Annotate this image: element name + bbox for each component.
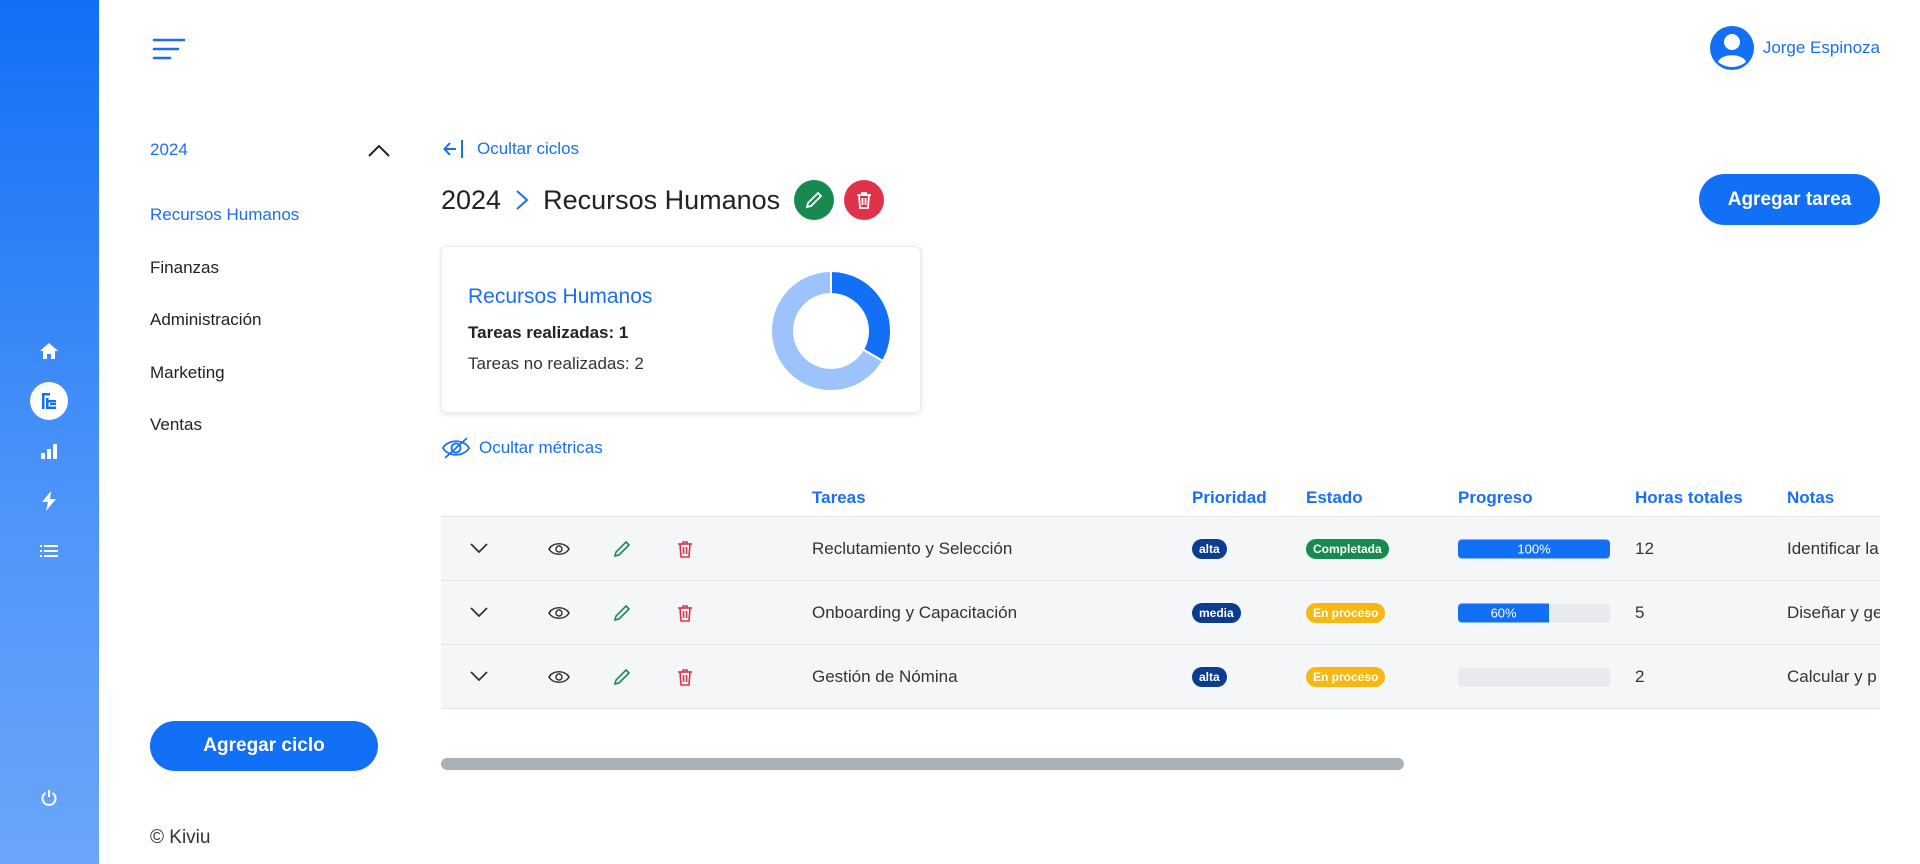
table-header: Tareas Prioridad Estado Progreso Horas t… bbox=[441, 480, 1880, 517]
progress-bar: 60% bbox=[1458, 603, 1610, 622]
cycle-year-label: 2024 bbox=[150, 140, 188, 159]
view-task-button[interactable] bbox=[546, 664, 572, 690]
task-name: Onboarding y Capacitación bbox=[812, 602, 1018, 622]
delete-area-button[interactable] bbox=[844, 180, 885, 220]
status-badge: En proceso bbox=[1306, 602, 1386, 623]
avatar-icon bbox=[1709, 26, 1754, 70]
user-menu[interactable]: Jorge Espinoza bbox=[1709, 25, 1880, 71]
view-task-button[interactable] bbox=[546, 600, 572, 626]
delete-task-button[interactable] bbox=[672, 536, 698, 562]
power-icon[interactable] bbox=[30, 779, 68, 817]
status-badge: Completada bbox=[1306, 538, 1389, 559]
area-list: Recursos Humanos Finanzas Administración… bbox=[150, 200, 299, 463]
pencil-icon bbox=[613, 668, 631, 685]
tasks-table: Tareas Prioridad Estado Progreso Horas t… bbox=[441, 480, 1880, 709]
sidebar-item-finanzas[interactable]: Finanzas bbox=[150, 253, 299, 306]
bolt-icon[interactable] bbox=[30, 482, 68, 520]
list-icon[interactable] bbox=[30, 532, 68, 570]
collapse-left-icon bbox=[443, 140, 463, 158]
task-hours: 12 bbox=[1635, 538, 1654, 558]
eye-icon bbox=[548, 606, 570, 619]
user-name: Jorge Espinoza bbox=[1762, 38, 1880, 57]
metrics-card-title: Recursos Humanos bbox=[468, 285, 653, 308]
table-row: Onboarding y Capacitación media En proce… bbox=[441, 581, 1880, 645]
tasks-not-done-label: Tareas no realizadas: 2 bbox=[468, 354, 644, 373]
menu-icon[interactable] bbox=[152, 37, 186, 63]
progress-fill: 60% bbox=[1458, 603, 1550, 622]
hide-cycles-label: Ocultar ciclos bbox=[477, 139, 580, 158]
pencil-icon bbox=[613, 540, 631, 557]
add-cycle-button[interactable]: Agregar ciclo bbox=[150, 721, 378, 771]
progress-bar: 100% bbox=[1458, 539, 1610, 558]
expand-row-button[interactable] bbox=[466, 664, 492, 690]
pencil-icon bbox=[805, 191, 823, 209]
header-tasks[interactable]: Tareas bbox=[812, 488, 866, 508]
header-notes[interactable]: Notas bbox=[1787, 488, 1834, 508]
horizontal-scrollbar[interactable] bbox=[441, 758, 1404, 770]
expand-row-button[interactable] bbox=[466, 600, 492, 626]
add-task-button[interactable]: Agregar tarea bbox=[1699, 174, 1880, 225]
chevron-down-icon bbox=[470, 607, 488, 618]
task-hours: 2 bbox=[1635, 666, 1645, 686]
breadcrumb: 2024 Recursos Humanos bbox=[441, 180, 885, 220]
footer-copyright: © Kiviu bbox=[150, 827, 211, 848]
table-row: Reclutamiento y Selección alta Completad… bbox=[441, 517, 1880, 581]
progress-bar bbox=[1458, 667, 1610, 686]
tasks-donut-chart bbox=[770, 269, 892, 392]
sidebar-item-recursos-humanos[interactable]: Recursos Humanos bbox=[150, 200, 299, 253]
header-progress[interactable]: Progreso bbox=[1458, 488, 1533, 508]
home-icon[interactable] bbox=[30, 332, 68, 370]
chevron-down-icon bbox=[470, 543, 488, 554]
donut-slice-done bbox=[830, 269, 892, 363]
edit-task-button[interactable] bbox=[609, 536, 635, 562]
priority-badge: media bbox=[1192, 602, 1241, 623]
chevron-down-icon bbox=[470, 671, 488, 682]
hide-metrics-label: Ocultar métricas bbox=[479, 438, 603, 457]
sidebar-item-ventas[interactable]: Ventas bbox=[150, 410, 299, 463]
task-hours: 5 bbox=[1635, 602, 1645, 622]
edit-area-button[interactable] bbox=[794, 180, 835, 220]
task-notes: Identificar la bbox=[1787, 538, 1879, 558]
edit-task-button[interactable] bbox=[609, 600, 635, 626]
eye-icon bbox=[548, 542, 570, 555]
expand-row-button[interactable] bbox=[466, 536, 492, 562]
chart-icon[interactable] bbox=[30, 432, 68, 470]
page-title: Recursos Humanos bbox=[543, 184, 781, 215]
priority-badge: alta bbox=[1192, 666, 1227, 687]
hide-metrics-link[interactable]: Ocultar métricas bbox=[441, 436, 603, 460]
table-row: Gestión de Nómina alta En proceso 2 Calc… bbox=[441, 645, 1880, 709]
progress-fill: 100% bbox=[1458, 539, 1610, 558]
metrics-card: Recursos Humanos Tareas realizadas: 1 Ta… bbox=[441, 246, 921, 413]
tasks-done-label: Tareas realizadas: 1 bbox=[468, 323, 629, 342]
delete-task-button[interactable] bbox=[672, 600, 698, 626]
chevron-right-icon bbox=[516, 190, 529, 210]
sidebar-item-marketing[interactable]: Marketing bbox=[150, 358, 299, 411]
header-priority[interactable]: Prioridad bbox=[1192, 488, 1267, 508]
trash-icon bbox=[678, 604, 692, 622]
hide-cycles-link[interactable]: Ocultar ciclos bbox=[443, 138, 579, 160]
eye-off-icon bbox=[441, 437, 471, 459]
delete-task-button[interactable] bbox=[672, 664, 698, 690]
header-status[interactable]: Estado bbox=[1306, 488, 1363, 508]
chevron-up-icon bbox=[368, 144, 390, 157]
view-task-button[interactable] bbox=[546, 536, 572, 562]
edit-task-button[interactable] bbox=[609, 664, 635, 690]
trash-icon bbox=[678, 540, 692, 558]
pencil-icon bbox=[613, 604, 631, 621]
task-name: Gestión de Nómina bbox=[812, 666, 958, 686]
trash-icon bbox=[857, 192, 872, 209]
task-notes: Calcular y p bbox=[1787, 666, 1877, 686]
sidebar-item-administracion[interactable]: Administración bbox=[150, 305, 299, 358]
header-hours[interactable]: Horas totales bbox=[1635, 488, 1743, 508]
eye-icon bbox=[548, 670, 570, 683]
tree-icon[interactable] bbox=[30, 382, 68, 420]
trash-icon bbox=[678, 668, 692, 686]
status-badge: En proceso bbox=[1306, 666, 1386, 687]
icon-rail bbox=[0, 0, 99, 864]
breadcrumb-year[interactable]: 2024 bbox=[441, 185, 501, 216]
priority-badge: alta bbox=[1192, 538, 1227, 559]
task-notes: Diseñar y ge bbox=[1787, 602, 1880, 622]
task-name: Reclutamiento y Selección bbox=[812, 538, 1013, 558]
cycle-year-toggle[interactable]: 2024 bbox=[150, 140, 390, 160]
